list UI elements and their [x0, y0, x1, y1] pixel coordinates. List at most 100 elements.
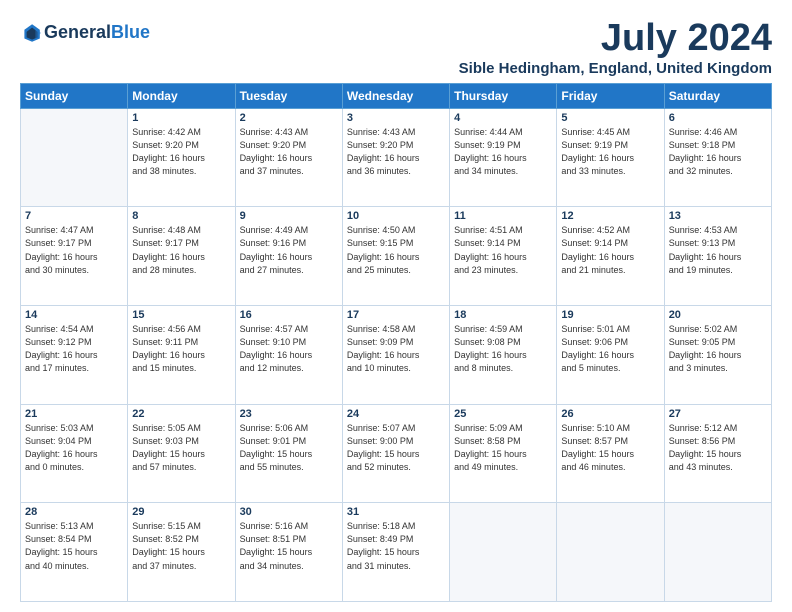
- table-row: 10 Sunrise: 4:50 AMSunset: 9:15 PMDayligh…: [342, 207, 449, 306]
- day-number: 27: [669, 408, 767, 420]
- day-number: 18: [454, 309, 552, 321]
- day-number: 25: [454, 408, 552, 420]
- day-info: Sunrise: 4:58 AMSunset: 9:09 PMDaylight:…: [347, 323, 445, 375]
- day-info: Sunrise: 4:53 AMSunset: 9:13 PMDaylight:…: [669, 224, 767, 276]
- day-number: 13: [669, 210, 767, 222]
- table-row: 31 Sunrise: 5:18 AMSunset: 8:49 PMDayligh…: [342, 503, 449, 602]
- day-info: Sunrise: 4:51 AMSunset: 9:14 PMDaylight:…: [454, 224, 552, 276]
- day-info: Sunrise: 5:07 AMSunset: 9:00 PMDaylight:…: [347, 422, 445, 474]
- table-row: 4 Sunrise: 4:44 AMSunset: 9:19 PMDaylight…: [450, 108, 557, 207]
- day-number: 3: [347, 112, 445, 124]
- day-number: 4: [454, 112, 552, 124]
- table-row: 19 Sunrise: 5:01 AMSunset: 9:06 PMDayligh…: [557, 306, 664, 405]
- col-sunday: Sunday: [21, 83, 128, 108]
- day-number: 22: [132, 408, 230, 420]
- day-number: 19: [561, 309, 659, 321]
- col-friday: Friday: [557, 83, 664, 108]
- table-row: 29 Sunrise: 5:15 AMSunset: 8:52 PMDayligh…: [128, 503, 235, 602]
- day-number: 9: [240, 210, 338, 222]
- day-number: 6: [669, 112, 767, 124]
- day-number: 14: [25, 309, 123, 321]
- day-info: Sunrise: 5:09 AMSunset: 8:58 PMDaylight:…: [454, 422, 552, 474]
- logo: GeneralBlue: [20, 22, 150, 44]
- table-row: 14Sunrise: 4:54 AMSunset: 9:12 PMDayligh…: [21, 306, 128, 405]
- calendar-week-row: 21 Sunrise: 5:03 AMSunset: 9:04 PMDayligh…: [21, 404, 772, 503]
- table-row: 17 Sunrise: 4:58 AMSunset: 9:09 PMDayligh…: [342, 306, 449, 405]
- day-info: Sunrise: 4:59 AMSunset: 9:08 PMDaylight:…: [454, 323, 552, 375]
- header: GeneralBlue July 2024 Sible Hedingham, E…: [20, 18, 772, 77]
- day-number: 21: [25, 408, 123, 420]
- day-info: Sunrise: 4:48 AMSunset: 9:17 PMDaylight:…: [132, 224, 230, 276]
- col-wednesday: Wednesday: [342, 83, 449, 108]
- table-row: 23Sunrise: 5:06 AMSunset: 9:01 PMDayligh…: [235, 404, 342, 503]
- day-number: 28: [25, 506, 123, 518]
- table-row: 28Sunrise: 5:13 AMSunset: 8:54 PMDayligh…: [21, 503, 128, 602]
- day-number: 17: [347, 309, 445, 321]
- table-row: 18 Sunrise: 4:59 AMSunset: 9:08 PMDayligh…: [450, 306, 557, 405]
- calendar-table: Sunday Monday Tuesday Wednesday Thursday…: [20, 83, 772, 602]
- day-number: 10: [347, 210, 445, 222]
- day-info: Sunrise: 4:46 AMSunset: 9:18 PMDaylight:…: [669, 126, 767, 178]
- day-info: Sunrise: 5:02 AMSunset: 9:05 PMDaylight:…: [669, 323, 767, 375]
- day-info: Sunrise: 4:45 AMSunset: 9:19 PMDaylight:…: [561, 126, 659, 178]
- day-info: Sunrise: 5:01 AMSunset: 9:06 PMDaylight:…: [561, 323, 659, 375]
- day-number: 29: [132, 506, 230, 518]
- table-row: 25 Sunrise: 5:09 AMSunset: 8:58 PMDayligh…: [450, 404, 557, 503]
- calendar-week-row: 28Sunrise: 5:13 AMSunset: 8:54 PMDayligh…: [21, 503, 772, 602]
- table-row: 1Sunrise: 4:42 AMSunset: 9:20 PMDaylight…: [128, 108, 235, 207]
- day-number: 15: [132, 309, 230, 321]
- table-row: 15Sunrise: 4:56 AMSunset: 9:11 PMDayligh…: [128, 306, 235, 405]
- table-row: 2 Sunrise: 4:43 AMSunset: 9:20 PMDaylight…: [235, 108, 342, 207]
- day-info: Sunrise: 4:57 AMSunset: 9:10 PMDaylight:…: [240, 323, 338, 375]
- day-number: 26: [561, 408, 659, 420]
- table-row: 21 Sunrise: 5:03 AMSunset: 9:04 PMDayligh…: [21, 404, 128, 503]
- day-number: 20: [669, 309, 767, 321]
- table-row: 11Sunrise: 4:51 AMSunset: 9:14 PMDayligh…: [450, 207, 557, 306]
- logo-text: GeneralBlue: [44, 23, 150, 43]
- day-info: Sunrise: 5:12 AMSunset: 8:56 PMDaylight:…: [669, 422, 767, 474]
- table-row: 20 Sunrise: 5:02 AMSunset: 9:05 PMDayligh…: [664, 306, 771, 405]
- calendar-week-row: 14Sunrise: 4:54 AMSunset: 9:12 PMDayligh…: [21, 306, 772, 405]
- table-row: 27 Sunrise: 5:12 AMSunset: 8:56 PMDayligh…: [664, 404, 771, 503]
- col-thursday: Thursday: [450, 83, 557, 108]
- day-info: Sunrise: 4:52 AMSunset: 9:14 PMDaylight:…: [561, 224, 659, 276]
- col-saturday: Saturday: [664, 83, 771, 108]
- day-info: Sunrise: 5:18 AMSunset: 8:49 PMDaylight:…: [347, 520, 445, 572]
- table-row: [664, 503, 771, 602]
- table-row: 6 Sunrise: 4:46 AMSunset: 9:18 PMDaylight…: [664, 108, 771, 207]
- calendar-week-row: 7Sunrise: 4:47 AMSunset: 9:17 PMDaylight…: [21, 207, 772, 306]
- table-row: 22Sunrise: 5:05 AMSunset: 9:03 PMDayligh…: [128, 404, 235, 503]
- day-number: 12: [561, 210, 659, 222]
- day-info: Sunrise: 4:50 AMSunset: 9:15 PMDaylight:…: [347, 224, 445, 276]
- calendar-header-row: Sunday Monday Tuesday Wednesday Thursday…: [21, 83, 772, 108]
- title-block: July 2024 Sible Hedingham, England, Unit…: [459, 18, 772, 77]
- table-row: 7Sunrise: 4:47 AMSunset: 9:17 PMDaylight…: [21, 207, 128, 306]
- table-row: 16 Sunrise: 4:57 AMSunset: 9:10 PMDayligh…: [235, 306, 342, 405]
- day-number: 16: [240, 309, 338, 321]
- table-row: 30Sunrise: 5:16 AMSunset: 8:51 PMDayligh…: [235, 503, 342, 602]
- day-info: Sunrise: 5:03 AMSunset: 9:04 PMDaylight:…: [25, 422, 123, 474]
- table-row: 26 Sunrise: 5:10 AMSunset: 8:57 PMDayligh…: [557, 404, 664, 503]
- day-info: Sunrise: 4:47 AMSunset: 9:17 PMDaylight:…: [25, 224, 123, 276]
- table-row: [450, 503, 557, 602]
- day-info: Sunrise: 4:49 AMSunset: 9:16 PMDaylight:…: [240, 224, 338, 276]
- day-info: Sunrise: 5:10 AMSunset: 8:57 PMDaylight:…: [561, 422, 659, 474]
- col-monday: Monday: [128, 83, 235, 108]
- day-number: 23: [240, 408, 338, 420]
- day-info: Sunrise: 5:15 AMSunset: 8:52 PMDaylight:…: [132, 520, 230, 572]
- day-info: Sunrise: 4:42 AMSunset: 9:20 PMDaylight:…: [132, 126, 230, 178]
- col-tuesday: Tuesday: [235, 83, 342, 108]
- day-number: 31: [347, 506, 445, 518]
- table-row: 12 Sunrise: 4:52 AMSunset: 9:14 PMDayligh…: [557, 207, 664, 306]
- day-info: Sunrise: 4:44 AMSunset: 9:19 PMDaylight:…: [454, 126, 552, 178]
- subtitle: Sible Hedingham, England, United Kingdom: [459, 60, 772, 77]
- month-title: July 2024: [459, 18, 772, 60]
- table-row: 13 Sunrise: 4:53 AMSunset: 9:13 PMDayligh…: [664, 207, 771, 306]
- day-number: 8: [132, 210, 230, 222]
- day-number: 2: [240, 112, 338, 124]
- table-row: 24 Sunrise: 5:07 AMSunset: 9:00 PMDayligh…: [342, 404, 449, 503]
- day-info: Sunrise: 4:43 AMSunset: 9:20 PMDaylight:…: [240, 126, 338, 178]
- day-number: 24: [347, 408, 445, 420]
- table-row: 8 Sunrise: 4:48 AMSunset: 9:17 PMDaylight…: [128, 207, 235, 306]
- table-row: 9 Sunrise: 4:49 AMSunset: 9:16 PMDaylight…: [235, 207, 342, 306]
